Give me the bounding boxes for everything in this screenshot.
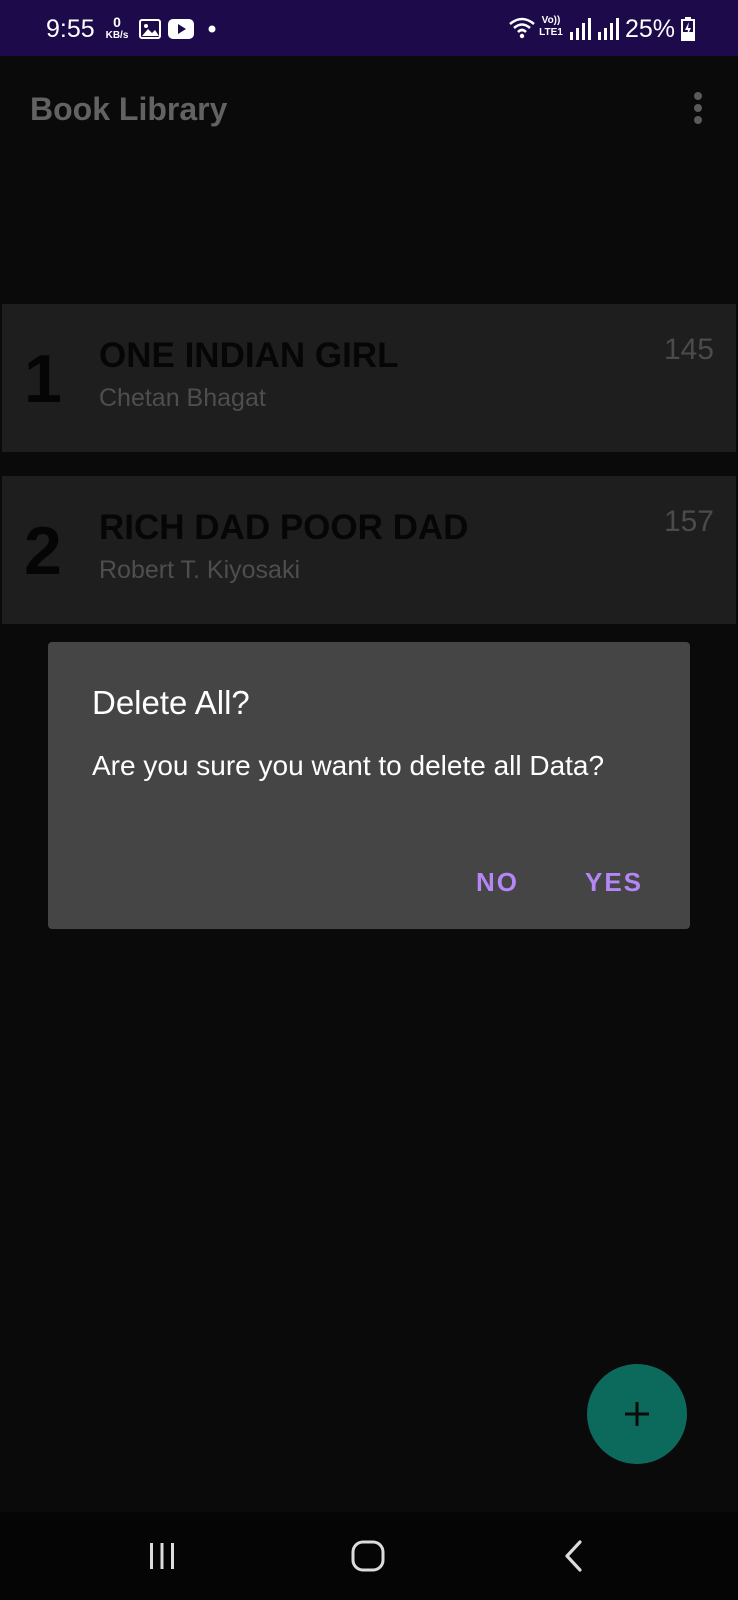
app-title: Book Library (30, 91, 228, 127)
status-time: 9:55 (46, 15, 95, 43)
system-nav-bar (0, 1512, 738, 1600)
notification-dot-icon (208, 25, 216, 33)
book-title: RICH DAD POOR DAD (99, 508, 469, 547)
book-card[interactable]: 1 ONE INDIAN GIRL Chetan Bhagat 145 (2, 304, 736, 452)
signal-icon (570, 18, 591, 40)
back-icon[interactable] (560, 1539, 588, 1573)
yes-button[interactable]: YES (585, 864, 643, 900)
book-number: 1 (24, 341, 62, 417)
gallery-icon (139, 19, 161, 39)
book-pages: 157 (663, 505, 714, 538)
home-icon[interactable] (350, 1539, 386, 1573)
book-card[interactable]: 2 RICH DAD POOR DAD Robert T. Kiyosaki 1… (2, 476, 736, 624)
network-speed-unit: KB/s (105, 30, 129, 41)
network-speed: 0 KB/s (104, 14, 130, 41)
delete-all-dialog: Delete All? Are you sure you want to del… (48, 642, 690, 929)
add-icon (625, 1402, 649, 1426)
no-button[interactable]: NO (476, 864, 519, 900)
book-author: Robert T. Kiyosaki (99, 556, 301, 584)
lte-top-label: Vo)) (541, 15, 561, 26)
book-title: ONE INDIAN GIRL (99, 336, 399, 375)
book-author: Chetan Bhagat (99, 384, 266, 412)
add-book-button[interactable] (587, 1364, 687, 1464)
recent-apps-icon[interactable] (146, 1540, 178, 1572)
lte-indicator: Vo)) LTE1 (538, 15, 564, 39)
book-pages: 145 (663, 333, 714, 366)
battery-percent: 25% (625, 15, 676, 43)
lte-bottom-label: LTE1 (539, 27, 563, 38)
book-number: 2 (24, 513, 62, 589)
battery-charging-icon (681, 17, 695, 41)
status-bar: 9:55 0 KB/s Vo)) LTE1 25% (0, 0, 738, 56)
youtube-icon (168, 19, 194, 39)
dialog-title: Delete All? (92, 684, 250, 721)
dialog-message: Are you sure you want to delete all Data… (92, 750, 605, 781)
signal-icon-2 (598, 18, 619, 40)
wifi-icon (509, 17, 535, 39)
more-vert-icon[interactable] (684, 90, 714, 126)
network-speed-value: 0 (113, 14, 121, 30)
